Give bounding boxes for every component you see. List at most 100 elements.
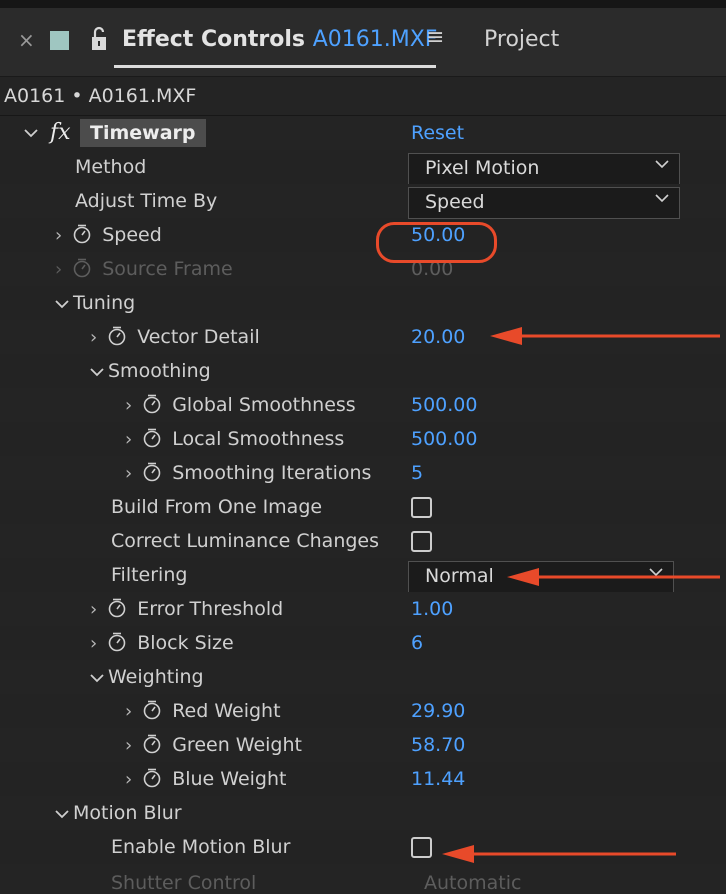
property-label: Local Smoothness <box>172 428 345 450</box>
tab-clip-name: A0161.MXF <box>312 27 438 52</box>
property-label: Correct Luminance Changes <box>111 530 380 552</box>
lock-icon[interactable] <box>90 26 108 52</box>
shutter-control-value: Automatic <box>424 872 522 894</box>
property-label-wrap: › Smoothing Iterations <box>125 462 371 484</box>
stopwatch-icon[interactable] <box>72 224 92 244</box>
property-row-global-smoothness: › Global Smoothness 500.00 <box>0 388 726 422</box>
annotation-ellipse <box>376 222 497 263</box>
property-label-wrap: › Block Size <box>90 632 234 654</box>
stopwatch-icon[interactable] <box>107 632 127 652</box>
effect-controls-panel: × Effect Controls A0161.MXF ≡ Project A0… <box>0 0 726 894</box>
stopwatch-icon[interactable] <box>107 598 127 618</box>
block-size-value[interactable]: 6 <box>411 632 423 654</box>
effect-name-label[interactable]: Timewarp <box>80 119 206 147</box>
global-smoothness-value[interactable]: 500.00 <box>411 394 477 416</box>
reset-button[interactable]: Reset <box>411 122 464 144</box>
stopwatch-icon[interactable] <box>142 428 162 448</box>
property-label: Enable Motion Blur <box>111 836 291 858</box>
property-row-speed: › Speed 50.00 <box>0 218 726 252</box>
annotation-arrow-icon <box>490 327 720 345</box>
chevron-right-icon[interactable]: › <box>125 463 132 484</box>
stopwatch-icon[interactable] <box>107 326 127 346</box>
property-label: Smoothing Iterations <box>172 462 372 484</box>
active-tab-indicator <box>114 65 436 68</box>
property-row-green-weight: › Green Weight 58.70 <box>0 728 726 762</box>
stopwatch-icon <box>73 258 91 278</box>
label-color-swatch[interactable] <box>50 31 69 50</box>
property-label: Filtering <box>111 564 188 586</box>
group-row-weighting[interactable]: Weighting <box>0 660 726 694</box>
chevron-right-icon[interactable]: › <box>125 701 132 722</box>
chevron-right-icon[interactable]: › <box>90 633 97 654</box>
panel-menu-icon[interactable]: ≡ <box>426 25 444 50</box>
property-label: Shutter Control <box>111 872 257 894</box>
close-tab-icon[interactable]: × <box>18 28 35 52</box>
enable-motion-blur-checkbox[interactable] <box>411 837 432 858</box>
property-label: Green Weight <box>172 734 302 756</box>
annotation-arrow-icon <box>507 568 720 586</box>
tab-effect-controls[interactable]: Effect Controls A0161.MXF <box>122 27 437 52</box>
build-from-one-image-checkbox[interactable] <box>411 497 432 518</box>
chevron-right-icon[interactable]: › <box>55 225 62 246</box>
chevron-right-icon[interactable]: › <box>125 429 132 450</box>
group-label: Tuning <box>73 292 136 314</box>
property-row-method: Method Pixel Motion <box>0 150 726 185</box>
group-row-motion-blur[interactable]: Motion Blur <box>0 796 726 830</box>
chevron-down-icon[interactable] <box>55 299 69 309</box>
adjust-time-by-dropdown[interactable]: Speed <box>408 187 680 219</box>
property-label: Block Size <box>137 632 234 654</box>
stopwatch-icon[interactable] <box>142 462 162 482</box>
chevron-right-icon: › <box>55 259 63 280</box>
property-label: Global Smoothness <box>172 394 356 416</box>
chevron-right-icon[interactable]: › <box>90 599 97 620</box>
tab-title-label: Effect Controls <box>122 27 306 52</box>
chevron-right-icon[interactable]: › <box>125 769 132 790</box>
chevron-down-icon <box>655 194 669 203</box>
property-label-wrap: › Local Smoothness <box>125 428 344 450</box>
green-weight-value[interactable]: 58.70 <box>411 734 465 756</box>
tab-project[interactable]: Project <box>484 27 559 52</box>
group-label-wrap: Tuning <box>55 292 135 314</box>
group-label-wrap: Weighting <box>90 666 204 688</box>
clip-header: A0161 • A0161.MXF <box>0 77 726 116</box>
correct-luminance-changes-checkbox[interactable] <box>411 531 432 552</box>
method-dropdown[interactable]: Pixel Motion <box>408 153 680 185</box>
chevron-down-icon[interactable] <box>24 128 38 138</box>
panel-tab-bar: × Effect Controls A0161.MXF ≡ Project <box>0 8 726 77</box>
property-label: Blue Weight <box>172 768 287 790</box>
group-label: Weighting <box>108 666 204 688</box>
chevron-down-icon[interactable] <box>90 367 104 377</box>
red-weight-value[interactable]: 29.90 <box>411 700 465 722</box>
group-row-tuning[interactable]: Tuning <box>0 286 726 320</box>
stopwatch-icon[interactable] <box>142 700 162 720</box>
property-row-local-smoothness: › Local Smoothness 500.00 <box>0 422 726 456</box>
property-row-block-size: › Block Size 6 <box>0 626 726 660</box>
vector-detail-value[interactable]: 20.00 <box>411 326 465 348</box>
property-row-shutter-control: Shutter Control Automatic <box>0 864 726 894</box>
property-label-wrap: › Error Threshold <box>90 598 283 620</box>
stopwatch-icon[interactable] <box>142 734 162 754</box>
group-row-smoothing[interactable]: Smoothing <box>0 354 726 388</box>
error-threshold-value[interactable]: 1.00 <box>411 598 453 620</box>
chevron-down-icon[interactable] <box>55 809 69 819</box>
property-label: Build From One Image <box>111 496 323 518</box>
chevron-right-icon[interactable]: › <box>125 735 132 756</box>
smoothing-iterations-value[interactable]: 5 <box>411 462 423 484</box>
annotation-arrow-icon <box>442 845 676 863</box>
property-row-error-threshold: › Error Threshold 1.00 <box>0 592 726 626</box>
property-row-red-weight: › Red Weight 29.90 <box>0 694 726 728</box>
stopwatch-icon[interactable] <box>142 394 162 414</box>
property-label: Vector Detail <box>137 326 260 348</box>
blue-weight-value[interactable]: 11.44 <box>411 768 465 790</box>
local-smoothness-value[interactable]: 500.00 <box>411 428 477 450</box>
property-label-wrap: › Source Frame <box>55 258 233 280</box>
stopwatch-icon[interactable] <box>142 768 162 788</box>
fx-toggle-icon[interactable]: fx <box>50 120 71 145</box>
property-label: Method <box>75 156 147 178</box>
dropdown-value: Normal <box>425 565 494 587</box>
chevron-right-icon[interactable]: › <box>125 395 132 416</box>
chevron-down-icon[interactable] <box>90 673 104 683</box>
property-label: Source Frame <box>102 258 233 280</box>
chevron-right-icon[interactable]: › <box>90 327 97 348</box>
property-label-wrap: › Speed <box>55 224 162 246</box>
